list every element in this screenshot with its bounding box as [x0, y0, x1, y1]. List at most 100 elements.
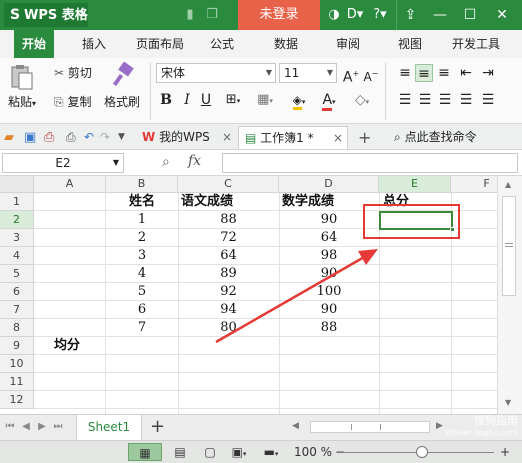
increase-font-icon[interactable]: A+ [342, 65, 360, 86]
indent-increase-icon[interactable]: ⇥ [480, 64, 496, 82]
bold-icon[interactable]: B [159, 91, 173, 109]
justify-icon[interactable]: ☰ [458, 91, 474, 109]
font-name-select[interactable]: 宋体 ▼ [156, 63, 276, 83]
tab-home[interactable]: 开始 [14, 30, 54, 58]
cell-c[interactable]: 94 [178, 301, 279, 319]
cell-c[interactable]: 80 [178, 319, 279, 337]
row-header[interactable]: 7 [0, 301, 34, 319]
align-bottom-icon[interactable]: ≡ [436, 64, 452, 82]
column-header-d[interactable]: D [279, 176, 379, 193]
decrease-font-icon[interactable]: A− [362, 65, 380, 84]
clear-format-icon[interactable]: ◇▾ [346, 91, 378, 109]
cell-a9[interactable]: 均分 [34, 337, 106, 355]
tab-page-layout[interactable]: 页面布局 [130, 30, 190, 58]
cell-d[interactable]: 90 [279, 301, 379, 319]
distribute-icon[interactable]: ☰ [480, 91, 496, 109]
folder-icon[interactable]: ▰ [4, 126, 20, 149]
vertical-scrollbar[interactable]: ▲ ▼ [497, 176, 522, 414]
share-icon[interactable]: D▾ [345, 6, 365, 24]
sheet-tab[interactable]: Sheet1 [76, 415, 142, 440]
first-sheet-icon[interactable]: ⏮ [4, 419, 16, 435]
fill-pattern-icon[interactable]: ▦▾ [252, 91, 278, 109]
row-header[interactable]: 4 [0, 247, 34, 265]
add-sheet-icon[interactable]: + [150, 416, 165, 437]
cell-b[interactable]: 1 [106, 211, 178, 229]
cell-c[interactable]: 92 [178, 283, 279, 301]
redo-icon[interactable]: ↷ [100, 126, 112, 149]
reading-view-icon[interactable]: ▢ [200, 443, 220, 461]
print-icon[interactable]: ⎙ [66, 126, 80, 149]
restore-ribbon-icon[interactable]: ⇪ [396, 0, 424, 30]
layout-icon[interactable]: ▬▾ [258, 443, 284, 461]
row-header[interactable]: 5 [0, 265, 34, 283]
align-right-icon[interactable]: ☰ [437, 91, 453, 109]
cell-c[interactable]: 72 [178, 229, 279, 247]
border-icon[interactable]: ⊞▾ [222, 91, 244, 109]
row-header[interactable]: 6 [0, 283, 34, 301]
fill-color-icon[interactable]: ◈▾ [287, 91, 311, 110]
tab-my-wps[interactable]: W 我的WPS × [138, 126, 234, 149]
print-preview-icon[interactable]: ⎙ [44, 126, 62, 149]
align-left-icon[interactable]: ☰ [397, 91, 413, 109]
zoom-level[interactable]: 100 % [290, 443, 336, 461]
cell-b[interactable]: 4 [106, 265, 178, 283]
close-icon[interactable]: ✕ [488, 0, 516, 30]
column-header-b[interactable]: B [106, 176, 178, 193]
cell-d[interactable]: 100 [279, 283, 379, 301]
scroll-down-icon[interactable]: ▼ [505, 398, 511, 407]
eye-care-icon[interactable]: ▣▾ [226, 443, 252, 461]
zoom-icon[interactable]: ⌕ [162, 154, 170, 170]
cut-button[interactable]: ✂ 剪切 [54, 64, 92, 81]
cell-c[interactable]: 89 [178, 265, 279, 283]
cell-b[interactable]: 7 [106, 319, 178, 337]
cell-b[interactable]: 3 [106, 247, 178, 265]
align-center-icon[interactable]: ☰ [417, 91, 433, 109]
tab-review[interactable]: 审阅 [330, 30, 366, 58]
cell-c[interactable]: 88 [178, 211, 279, 229]
formula-input[interactable] [222, 153, 518, 173]
align-middle-icon[interactable]: ≡ [415, 64, 433, 82]
tab-formulas[interactable]: 公式 [204, 30, 240, 58]
horizontal-scrollbar[interactable] [310, 421, 430, 433]
cell-b1[interactable]: 姓名 [106, 193, 178, 211]
column-header-e[interactable]: E [379, 176, 451, 193]
maximize-icon[interactable]: ☐ [456, 0, 484, 30]
align-top-icon[interactable]: ≡ [397, 64, 413, 82]
paste-button[interactable]: 粘贴▾ [8, 93, 36, 110]
spreadsheet-grid[interactable]: A B C D E F 1 2 3 4 5 6 7 8 9 10 11 12 姓… [0, 176, 497, 414]
prev-sheet-icon[interactable]: ◀ [20, 419, 32, 435]
indent-decrease-icon[interactable]: ⇤ [458, 64, 474, 82]
row-header[interactable]: 9 [0, 337, 34, 355]
zoom-slider-knob[interactable] [416, 446, 428, 458]
normal-view-icon[interactable]: ▦ [128, 443, 162, 461]
row-header[interactable]: 8 [0, 319, 34, 337]
scroll-up-icon[interactable]: ▲ [505, 180, 511, 189]
tab-insert[interactable]: 插入 [74, 30, 114, 58]
search-command-button[interactable]: ⌕ 点此查找命令 [394, 126, 520, 149]
cell-b[interactable]: 6 [106, 301, 178, 319]
font-color-icon[interactable]: A▾ [318, 91, 340, 111]
row-header[interactable]: 3 [0, 229, 34, 247]
new-tab-icon[interactable]: + [358, 126, 374, 149]
chevron-down-icon[interactable]: ▼ [118, 126, 130, 149]
help-icon[interactable]: ?▾ [370, 6, 390, 24]
row-header[interactable]: 11 [0, 373, 34, 391]
row-header[interactable]: 1 [0, 193, 34, 211]
cell-d[interactable]: 90 [279, 265, 379, 283]
italic-icon[interactable]: I [180, 91, 194, 109]
underline-icon[interactable]: U [199, 91, 213, 109]
select-all-corner[interactable] [0, 176, 34, 193]
close-icon[interactable]: × [222, 126, 232, 149]
cell-c1[interactable]: 语文成绩 [178, 193, 279, 211]
row-header[interactable]: 12 [0, 391, 34, 409]
name-box[interactable]: E2 ▼ [2, 153, 124, 173]
column-header-c[interactable]: C [178, 176, 279, 193]
login-button[interactable]: 未登录 [238, 0, 320, 30]
copy-button[interactable]: ⎘ 复制 [54, 93, 91, 110]
tab-data[interactable]: 数据 [268, 30, 304, 58]
scroll-left-icon[interactable]: ◀ [292, 421, 299, 431]
scroll-thumb[interactable] [502, 196, 516, 296]
cell-d[interactable]: 88 [279, 319, 379, 337]
cell-b[interactable]: 5 [106, 283, 178, 301]
font-size-select[interactable]: 11 ▼ [279, 63, 337, 83]
